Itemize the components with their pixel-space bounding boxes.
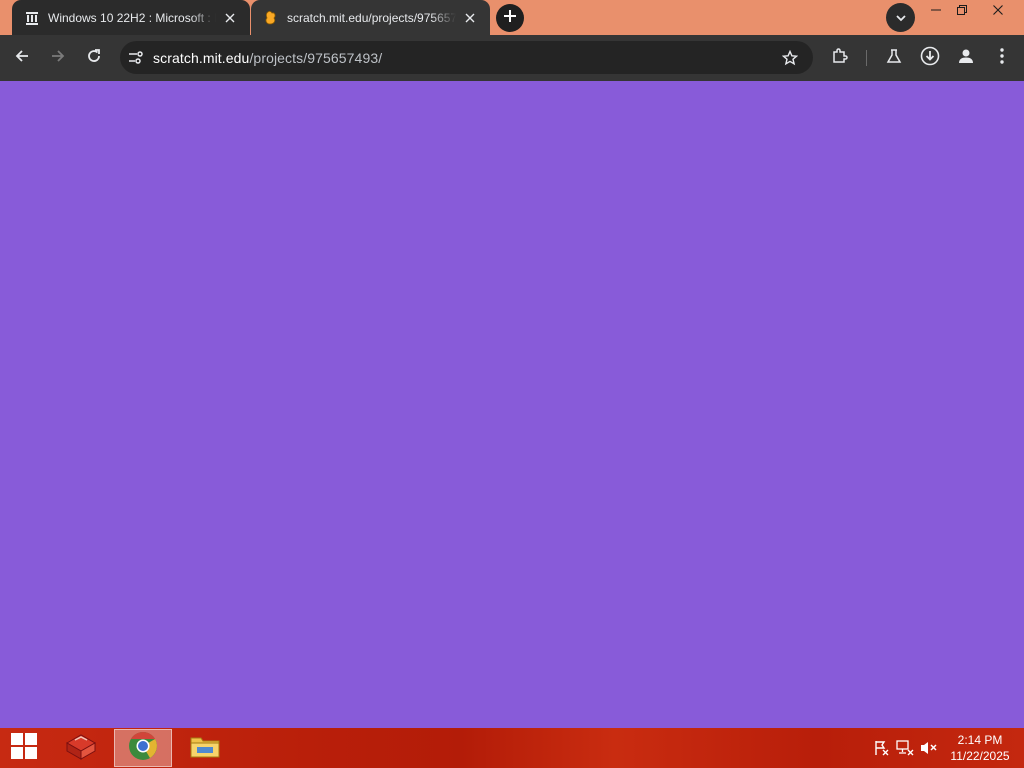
toolbar-separator [866, 50, 867, 66]
restore-button[interactable] [944, 0, 980, 22]
toolbox-icon [63, 731, 99, 766]
bookmark-star-icon[interactable] [779, 47, 801, 69]
close-tab-icon[interactable] [460, 8, 480, 28]
start-button[interactable] [0, 728, 48, 768]
arrow-left-icon [14, 48, 30, 69]
reload-icon [86, 48, 102, 69]
browser-tab-strip: Windows 10 22H2 : Microsoft : Free Downl… [0, 0, 1024, 35]
volume-muted-icon[interactable] [920, 739, 938, 757]
puzzle-icon [831, 47, 849, 70]
new-tab-button[interactable] [496, 4, 524, 32]
url-host: scratch.mit.edu [153, 49, 250, 66]
windows-logo-icon [11, 732, 37, 764]
clock-date: 11/22/2025 [950, 749, 1010, 763]
taskbar-app-chrome[interactable] [114, 729, 172, 767]
taskbar-app-file-explorer[interactable] [176, 728, 234, 768]
site-info-icon[interactable] [123, 45, 149, 71]
browser-toolbar: scratch.mit.edu/projects/975657493/ [0, 35, 1024, 81]
minimize-icon [931, 2, 941, 20]
chevron-down-icon [895, 9, 907, 27]
url-text: scratch.mit.edu/projects/975657493/ [153, 50, 382, 66]
taskbar-app-toolbox[interactable] [52, 728, 110, 768]
profile-avatar-icon [957, 47, 975, 70]
tab-title: scratch.mit.edu/projects/975657493/ [287, 10, 456, 25]
download-icon [920, 46, 940, 71]
forward-button[interactable] [42, 42, 74, 74]
action-center-flag-icon[interactable] [872, 739, 890, 757]
close-tab-icon[interactable] [220, 8, 240, 28]
archive-icon [24, 10, 40, 26]
extensions-button[interactable] [824, 42, 856, 74]
plus-icon [503, 9, 517, 28]
downloads-button[interactable] [914, 42, 946, 74]
back-button[interactable] [6, 42, 38, 74]
windows-taskbar: 2:14 PM 11/22/2025 [0, 728, 1024, 768]
close-window-button[interactable] [980, 0, 1016, 22]
desktop-screen: Windows 10 22H2 : Microsoft : Free Downl… [0, 0, 1024, 768]
file-explorer-icon [189, 732, 221, 765]
restore-icon [957, 2, 967, 20]
profile-button[interactable] [950, 42, 982, 74]
reload-button[interactable] [78, 42, 110, 74]
kebab-menu-icon [1000, 47, 1004, 69]
taskbar-clock[interactable]: 2:14 PM 11/22/2025 [944, 732, 1016, 764]
chrome-icon [128, 731, 158, 766]
page-content[interactable] [0, 81, 1024, 728]
network-disconnected-icon[interactable] [896, 739, 914, 757]
scratch-icon [263, 10, 279, 26]
tab-search-button[interactable] [886, 3, 915, 32]
tab-title: Windows 10 22H2 : Microsoft : Free Downl… [48, 10, 216, 25]
clock-time: 2:14 PM [957, 733, 1003, 747]
close-icon [993, 2, 1003, 20]
chrome-labs-button[interactable] [878, 42, 910, 74]
address-bar[interactable]: scratch.mit.edu/projects/975657493/ [120, 41, 813, 74]
tab-scratch-project[interactable]: scratch.mit.edu/projects/975657493/ [251, 0, 490, 35]
tab-internet-archive[interactable]: Windows 10 22H2 : Microsoft : Free Downl… [12, 0, 250, 35]
menu-button[interactable] [986, 42, 1018, 74]
flask-icon [886, 48, 902, 69]
arrow-right-icon [50, 48, 66, 69]
url-path: /projects/975657493/ [249, 49, 383, 66]
